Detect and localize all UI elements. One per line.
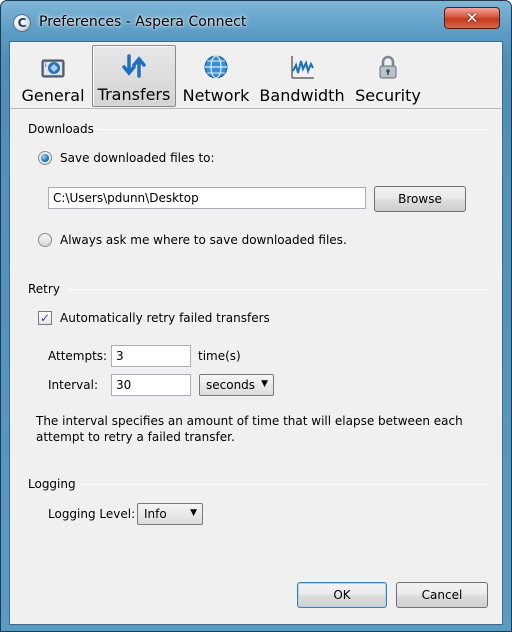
interval-unit-value: seconds xyxy=(206,378,256,392)
general-settings-icon: i xyxy=(39,53,67,81)
ok-button[interactable]: OK xyxy=(297,582,387,608)
auto-retry-label: Automatically retry failed transfers xyxy=(60,311,270,325)
transfer-arrows-icon xyxy=(120,52,148,80)
tab-security[interactable]: Security xyxy=(350,45,426,107)
logging-level-value: Info xyxy=(144,507,167,521)
tab-general[interactable]: i General xyxy=(20,45,86,107)
bandwidth-graph-icon xyxy=(288,53,316,81)
tab-transfers[interactable]: Transfers xyxy=(92,45,176,107)
always-ask-label: Always ask me where to save downloaded f… xyxy=(60,233,347,247)
logging-divider xyxy=(80,484,488,485)
preferences-window: C Preferences - Aspera Connect ✕ i Gener… xyxy=(0,0,512,632)
globe-icon xyxy=(202,53,230,81)
preferences-tab-toolbar: i General Transfers Network Bandwidth Se… xyxy=(10,42,502,109)
tab-bandwidth[interactable]: Bandwidth xyxy=(258,45,346,107)
retry-section-title: Retry xyxy=(28,282,60,296)
cancel-button[interactable]: Cancel xyxy=(396,582,488,608)
save-to-label: Save downloaded files to: xyxy=(60,151,215,165)
interval-field[interactable]: 30 xyxy=(111,374,191,396)
close-button[interactable]: ✕ xyxy=(444,7,500,29)
dropdown-arrow-icon: ▼ xyxy=(261,379,268,389)
retry-divider xyxy=(68,289,488,290)
dialog-client-area: i General Transfers Network Bandwidth Se… xyxy=(9,41,503,625)
tab-bandwidth-label: Bandwidth xyxy=(259,86,345,105)
attempts-label: Attempts: xyxy=(48,349,108,363)
aspera-app-icon: C xyxy=(13,14,31,32)
auto-retry-checkbox[interactable]: ✓ xyxy=(38,311,52,325)
window-title: Preferences - Aspera Connect xyxy=(39,14,247,30)
downloads-divider xyxy=(98,129,488,130)
retry-description: The interval specifies an amount of time… xyxy=(36,414,463,444)
logging-level-select[interactable]: Info ▼ xyxy=(137,503,203,525)
close-icon: ✕ xyxy=(465,9,479,27)
tab-security-label: Security xyxy=(355,86,421,105)
interval-label: Interval: xyxy=(48,378,98,392)
tab-network[interactable]: Network xyxy=(180,45,252,107)
title-bar[interactable]: C Preferences - Aspera Connect ✕ xyxy=(1,1,511,41)
logging-section-title: Logging xyxy=(28,477,76,491)
tab-network-label: Network xyxy=(182,86,250,105)
download-path-field[interactable]: C:\Users\pdunn\Desktop xyxy=(48,187,366,209)
interval-unit-select[interactable]: seconds ▼ xyxy=(199,374,274,396)
checkmark-icon: ✓ xyxy=(39,311,51,325)
browse-button[interactable]: Browse xyxy=(374,186,466,212)
save-to-radio[interactable] xyxy=(38,151,52,165)
padlock-icon xyxy=(374,53,402,81)
attempts-unit: time(s) xyxy=(198,349,241,363)
always-ask-radio[interactable] xyxy=(38,233,52,247)
dropdown-arrow-icon: ▼ xyxy=(190,508,197,518)
tab-transfers-label: Transfers xyxy=(97,85,171,104)
attempts-field[interactable]: 3 xyxy=(111,345,191,367)
downloads-section-title: Downloads xyxy=(28,122,94,136)
logging-level-label: Logging Level: xyxy=(48,507,136,521)
tab-general-label: General xyxy=(21,86,85,105)
